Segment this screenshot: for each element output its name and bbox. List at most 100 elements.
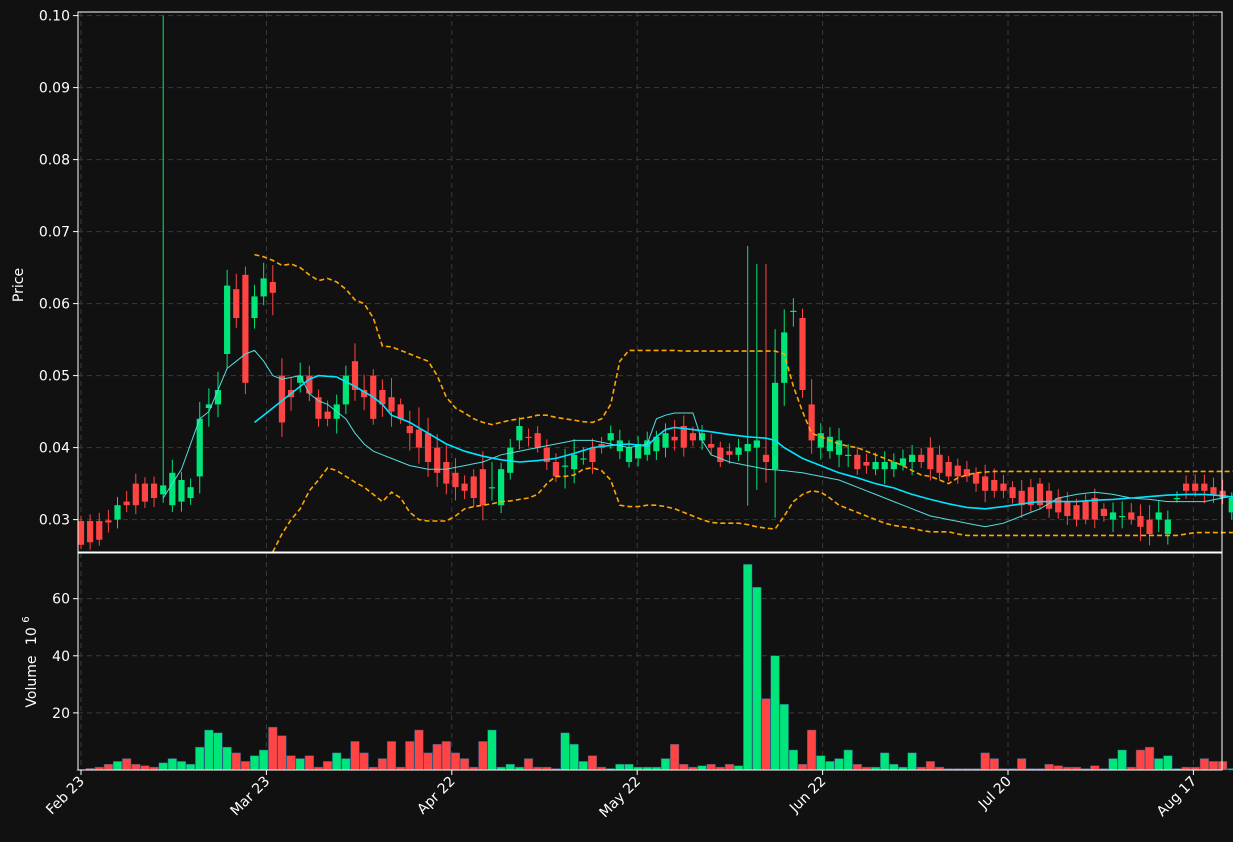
candle-body [105, 520, 112, 523]
volume-bar [578, 761, 588, 771]
volume-bar [1145, 746, 1155, 771]
candle-body [1164, 519, 1171, 534]
candle-body [845, 454, 852, 456]
price-tick-label: 0.07 [39, 225, 70, 241]
moving-average-fast [162, 349, 1233, 528]
candle-body [488, 487, 496, 489]
volume-bar [186, 764, 196, 771]
volume-bar [432, 744, 442, 771]
candle-body [114, 505, 121, 520]
volume-bar [907, 752, 917, 771]
volume-bar [752, 587, 762, 771]
volume-bar [1227, 768, 1233, 771]
candle-body [1091, 498, 1098, 520]
volume-bar [989, 758, 999, 771]
volume-bar [277, 735, 287, 771]
price-y-ticks: 0.03 0.04 0.05 0.06 0.07 0.08 0.09 0.10 [39, 9, 78, 529]
volume-bar [770, 655, 780, 771]
candle-body [187, 487, 194, 498]
volume-bar [240, 761, 250, 771]
volume-bar [259, 749, 269, 771]
price-axis-label: Price [11, 268, 27, 302]
candle-body [571, 454, 578, 470]
volume-bar [560, 732, 570, 771]
volume-bar [1090, 765, 1100, 771]
candle-body [1045, 490, 1053, 509]
candle-body [251, 296, 258, 318]
candle-body [817, 433, 824, 448]
price-tick-label: 0.09 [39, 81, 70, 97]
candle-body [169, 472, 176, 506]
x-tick-label: Mar 23 [227, 774, 273, 820]
volume-bar [1117, 749, 1127, 771]
volume-bar [706, 764, 716, 771]
volume-axis-label-exp: 10 [24, 627, 40, 645]
x-tick-label: Aug 17 [1154, 774, 1200, 820]
volume-tick-label: 60 [52, 592, 70, 608]
volume-bar [249, 755, 260, 771]
volume-bar [423, 752, 433, 771]
x-tick-label: Jun 22 [786, 774, 829, 817]
candle-body [1146, 519, 1153, 534]
candle-body [1155, 512, 1162, 520]
candle-body [662, 433, 669, 448]
volume-bar [825, 761, 835, 771]
price-tick-label: 0.05 [39, 369, 70, 385]
volume-bar [359, 752, 369, 771]
candle-body [150, 483, 158, 498]
candle-body [1219, 490, 1226, 498]
volume-bar [1199, 758, 1209, 771]
candle-body [772, 382, 779, 470]
candle-body [132, 483, 139, 506]
volume-bar [405, 741, 415, 771]
candle-body [1100, 508, 1107, 516]
volume-bar [350, 741, 360, 771]
volume-bar [889, 764, 899, 771]
volume-bar [1017, 758, 1027, 771]
volume-bar [213, 732, 223, 771]
volume-bar [880, 752, 890, 771]
candle-body [717, 447, 724, 462]
price-tick-label: 0.10 [39, 9, 70, 25]
volume-bar [743, 564, 753, 771]
candle-body [881, 462, 888, 470]
volume-bar [441, 741, 451, 771]
candle-body [918, 454, 925, 462]
candle-body [452, 472, 459, 488]
candle-body [178, 480, 185, 502]
x-tick-label: Apr 22 [414, 774, 458, 818]
candle-body [324, 411, 331, 419]
candle-body [443, 462, 450, 484]
candle-body [424, 433, 432, 462]
candle-body [77, 521, 85, 545]
volume-bar [587, 755, 597, 771]
volume-bar [487, 729, 497, 771]
volume-bar [478, 741, 488, 771]
volume-bar [460, 758, 470, 771]
candle-body [607, 433, 614, 441]
volume-bar [377, 758, 387, 771]
panel-frames [77, 11, 1223, 771]
candle-body [196, 418, 203, 477]
volume-bar [980, 752, 990, 771]
volume-bar [834, 758, 844, 771]
candle-body [141, 483, 149, 502]
candle-body [1009, 487, 1016, 498]
volume-bar [341, 758, 351, 771]
volume-bar [615, 764, 625, 771]
candle-body [945, 462, 952, 477]
volume-bar [624, 764, 634, 771]
volume-bar [140, 765, 150, 771]
candle-body [561, 465, 569, 467]
candle-body [242, 274, 249, 383]
volume-bar [569, 744, 579, 771]
candle-body [1119, 516, 1126, 518]
candle-body [982, 476, 989, 491]
volume-bar [807, 729, 817, 771]
volume-bar [523, 758, 534, 771]
candle-body [1064, 501, 1071, 516]
price-tick-label: 0.06 [39, 297, 70, 313]
volume-bar [332, 752, 342, 771]
candle-body [415, 429, 423, 448]
volume-bar [1053, 765, 1063, 771]
